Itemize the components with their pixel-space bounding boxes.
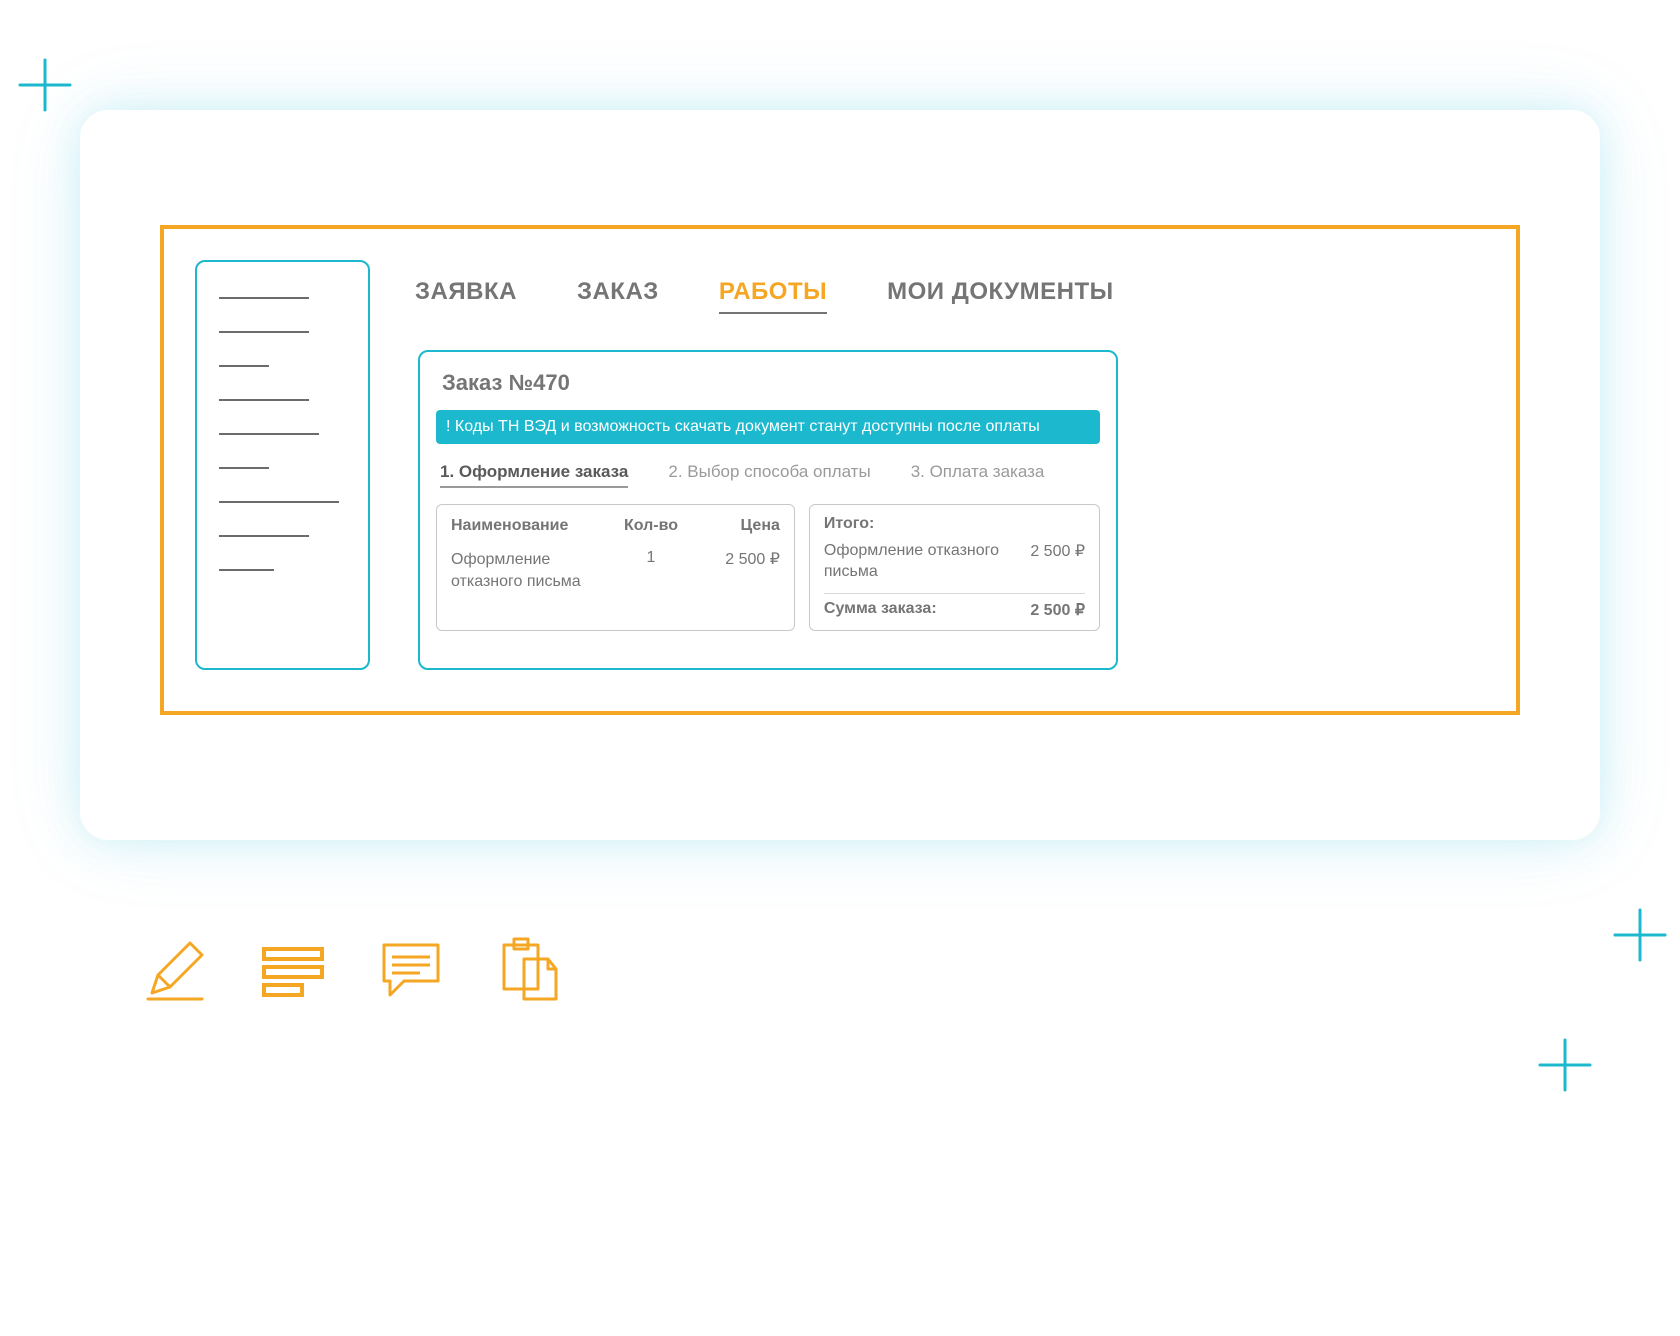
tab-bar: ЗАЯВКА ЗАКАЗ РАБОТЫ МОИ ДОКУМЕНТЫ — [415, 278, 1114, 314]
item-qty: 1 — [611, 549, 691, 592]
sidebar-line — [219, 467, 269, 469]
order-title: Заказ №470 — [436, 370, 1100, 396]
step-3[interactable]: 3. Оплата заказа — [911, 462, 1045, 488]
tab-request[interactable]: ЗАЯВКА — [415, 278, 517, 314]
lines-icon — [258, 935, 328, 1005]
summary-divider — [824, 593, 1085, 594]
col-header-qty: Кол-во — [611, 517, 691, 535]
sidebar-line — [219, 569, 274, 571]
order-panel: Заказ №470 ! Коды ТН ВЭД и возможность с… — [418, 350, 1118, 670]
col-header-name: Наименование — [451, 517, 611, 535]
step-1[interactable]: 1. Оформление заказа — [440, 462, 628, 488]
sidebar-line — [219, 365, 269, 367]
sidebar-line — [219, 535, 309, 537]
sidebar-line — [219, 331, 309, 333]
sidebar-placeholder — [195, 260, 370, 670]
sidebar-line — [219, 399, 309, 401]
tab-documents[interactable]: МОИ ДОКУМЕНТЫ — [887, 278, 1114, 314]
summary-title: Итого: — [824, 515, 1085, 533]
item-price: 2 500 ₽ — [691, 549, 780, 592]
item-row: Оформление отказного письма 1 2 500 ₽ — [451, 549, 780, 592]
summary-total-value: 2 500 ₽ — [1030, 600, 1085, 620]
checkout-steps: 1. Оформление заказа 2. Выбор способа оп… — [436, 462, 1100, 488]
step-2[interactable]: 2. Выбор способа оплаты — [668, 462, 870, 488]
col-header-price: Цена — [691, 517, 780, 535]
pencil-icon — [140, 935, 210, 1005]
chat-icon — [376, 935, 446, 1005]
clipboard-icon — [494, 935, 564, 1005]
bottom-icon-row — [140, 935, 564, 1005]
sidebar-line — [219, 433, 319, 435]
payment-alert: ! Коды ТН ВЭД и возможность скачать доку… — [436, 410, 1100, 444]
plus-decoration-icon — [15, 55, 75, 115]
item-name: Оформление отказного письма — [451, 549, 611, 592]
format summary-line-value: 2 500 ₽ — [1030, 541, 1085, 583]
items-table: Наименование Кол-во Цена Оформление отка… — [436, 504, 795, 631]
summary-line-label: Оформление отказного письма — [824, 541, 1004, 583]
summary-table: Итого: Оформление отказного письма 2 500… — [809, 504, 1100, 631]
tab-works[interactable]: РАБОТЫ — [719, 278, 827, 314]
summary-total-label: Сумма заказа: — [824, 600, 937, 620]
sidebar-line — [219, 501, 339, 503]
plus-decoration-icon — [1610, 905, 1670, 965]
tab-order[interactable]: ЗАКАЗ — [577, 278, 659, 314]
plus-decoration-icon — [1535, 1035, 1595, 1095]
sidebar-line — [219, 297, 309, 299]
